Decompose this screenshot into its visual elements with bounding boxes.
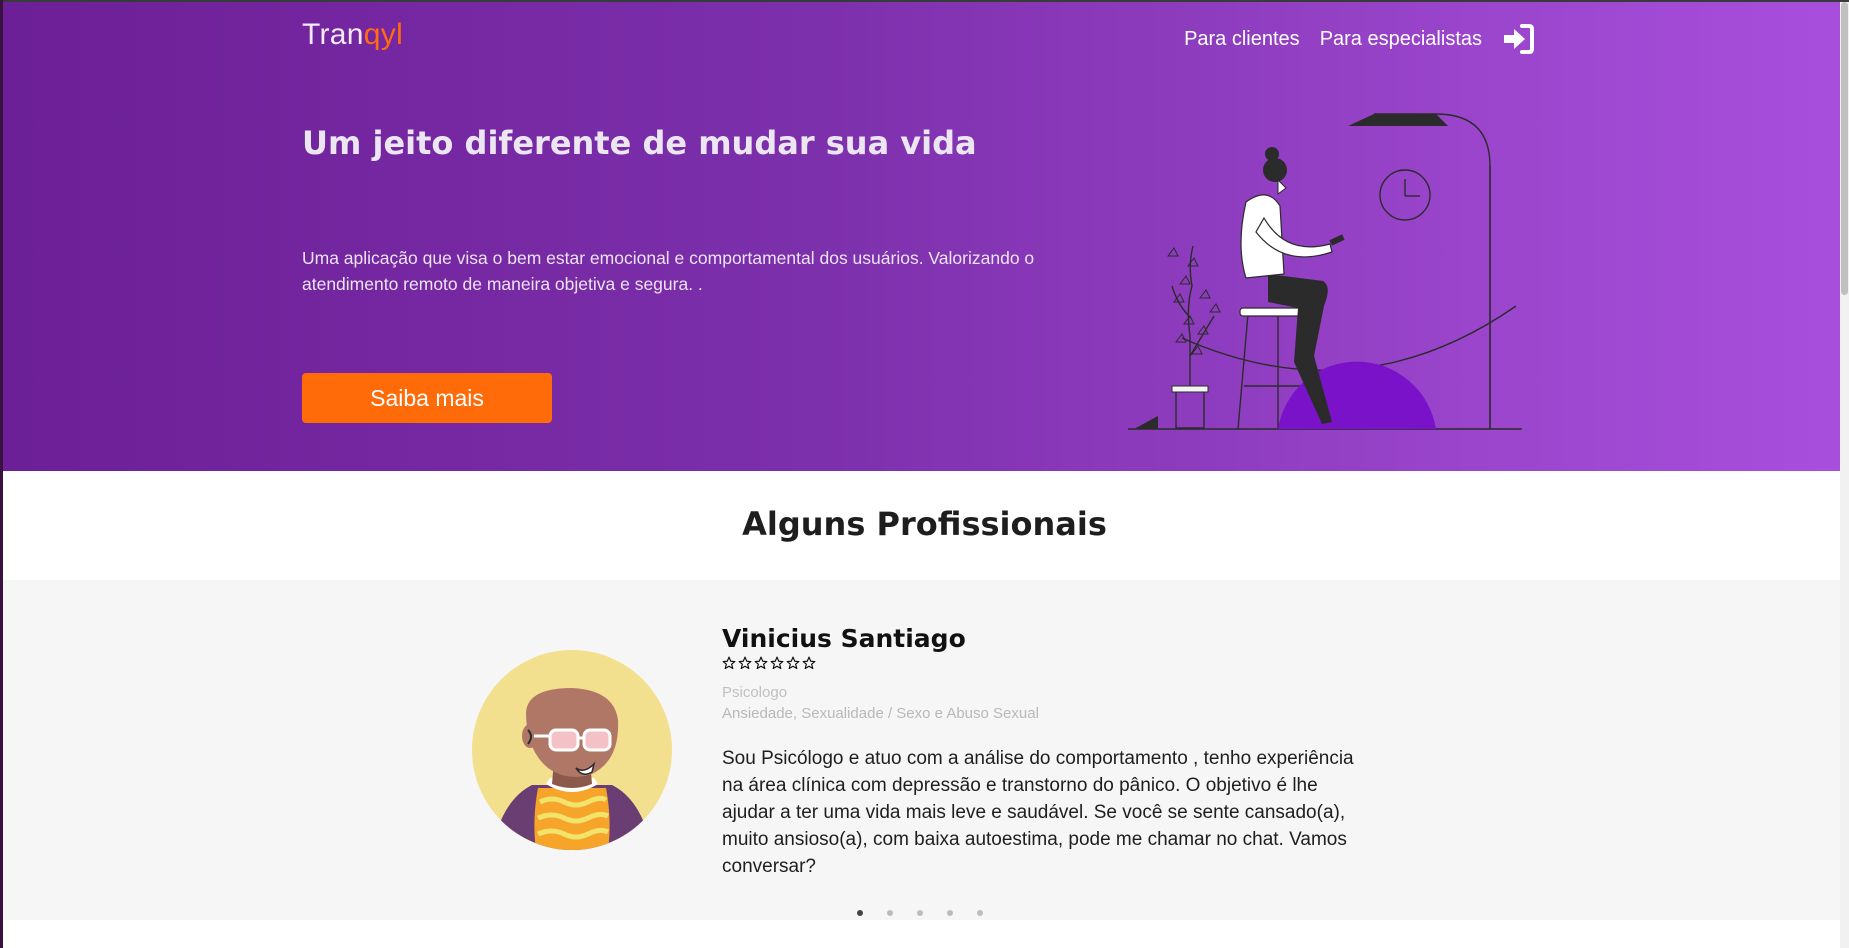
top-nav: Para clientes Para especialistas	[1184, 24, 1534, 54]
professional-role: Psicologo	[722, 684, 788, 701]
avatar	[472, 650, 672, 850]
star-outline-icon[interactable]	[770, 656, 784, 670]
carousel-dot-3[interactable]	[917, 910, 923, 916]
window-top-border	[0, 0, 1849, 2]
learn-more-button[interactable]: Saiba mais	[302, 373, 552, 423]
carousel-dot-5[interactable]	[977, 910, 983, 916]
nav-link-clients[interactable]: Para clientes	[1184, 28, 1300, 51]
window-left-border	[0, 0, 3, 948]
brand-logo[interactable]: Tranqyl	[302, 18, 403, 52]
hero-section	[3, 0, 1840, 471]
logo-accent-text: qyl	[363, 18, 404, 51]
page-scrollbar[interactable]	[1840, 0, 1849, 948]
rating-stars	[722, 656, 816, 670]
star-outline-icon[interactable]	[786, 656, 800, 670]
hero-subtext: Uma aplicação que visa o bem estar emoci…	[302, 248, 1035, 294]
professional-bio: Sou Psicólogo e atuo com a análise do co…	[722, 748, 1354, 877]
star-outline-icon[interactable]	[722, 656, 736, 670]
star-outline-icon[interactable]	[738, 656, 752, 670]
section-title: Alguns Profissionais	[742, 505, 1107, 543]
carousel-dot-4[interactable]	[947, 910, 953, 916]
star-outline-icon[interactable]	[802, 656, 816, 670]
hero-headline: Um jeito diferente de mudar sua vida	[302, 124, 977, 162]
carousel-dot-1[interactable]	[857, 910, 863, 916]
logo-main-text: Tran	[302, 18, 364, 51]
professional-name: Vinicius Santiago	[722, 624, 966, 653]
nav-link-specialists[interactable]: Para especialistas	[1320, 28, 1482, 51]
carousel-dot-2[interactable]	[887, 910, 893, 916]
sign-in-icon[interactable]	[1502, 24, 1534, 54]
carousel-pagination	[857, 910, 983, 916]
professional-specialties: Ansiedade, Sexualidade / Sexo e Abuso Se…	[722, 705, 1039, 722]
star-outline-icon[interactable]	[754, 656, 768, 670]
scrollbar-thumb[interactable]	[1841, 2, 1848, 295]
woman-on-stool-illustration	[1128, 113, 1522, 430]
